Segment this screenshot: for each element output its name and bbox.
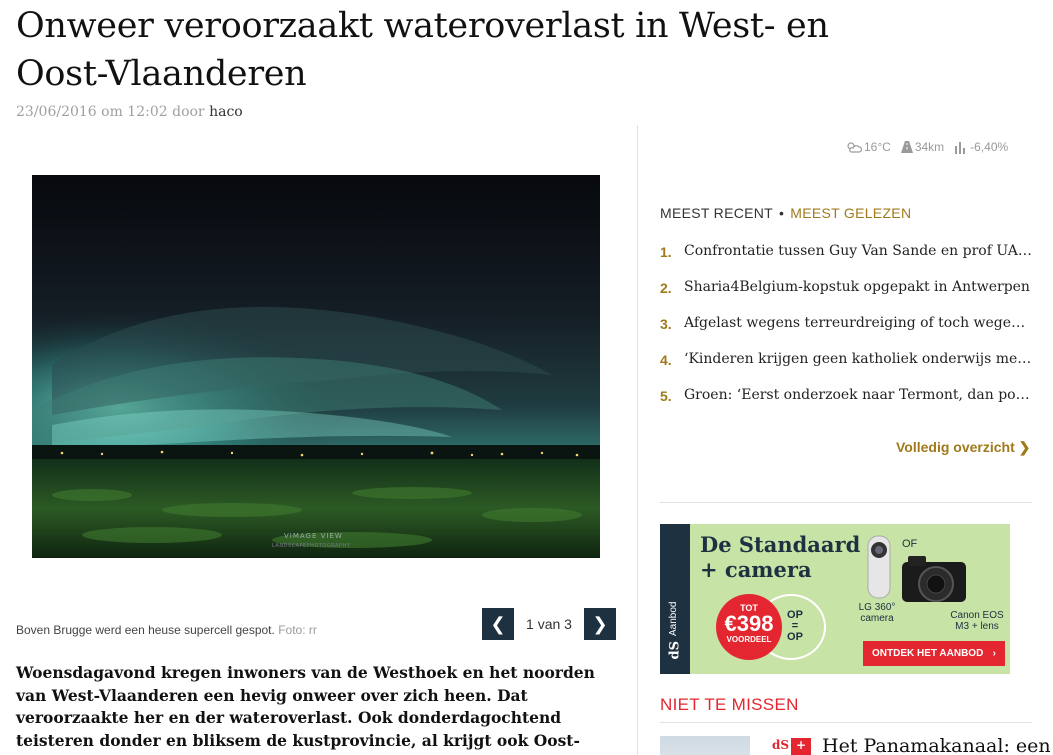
list-item[interactable]: 2. Sharia4Belgium-kopstuk opgepakt in An…: [660, 277, 1035, 313]
article-author[interactable]: haco: [209, 104, 243, 120]
tab-most-read[interactable]: MEEST GELEZEN: [790, 205, 911, 221]
ad-op-op: OP = OP: [780, 610, 810, 643]
ad-camera2-label: Canon EOS M3 + lens: [950, 610, 1004, 632]
tab-separator: •: [779, 205, 785, 221]
stocks-item[interactable]: -6,40%: [954, 140, 1008, 154]
byline-by: door: [172, 104, 205, 120]
ad-title: De Standaard + camera: [700, 532, 860, 582]
weather-cloud-sun-icon: [847, 142, 862, 153]
photo-prev-button[interactable]: ❮: [482, 608, 514, 640]
plus-icon: +: [791, 738, 812, 755]
article-headline: Onweer veroorzaakt wateroverlast in West…: [16, 6, 829, 94]
ad-price-amount: €398: [724, 611, 774, 636]
article-photo[interactable]: VIMAGE VIEW LANDSCAPEPHOTOGRAPHY: [32, 175, 600, 558]
info-widget[interactable]: 16°C 34km -6,40%: [846, 140, 1008, 154]
not-to-miss-heading: NIET TE MISSEN: [660, 695, 799, 714]
list-item-title[interactable]: Afgelast wegens terreurdreiging of toch …: [684, 313, 1034, 331]
list-item-number: 2.: [660, 280, 672, 296]
photo-next-button[interactable]: ❯: [584, 608, 616, 640]
chevron-right-icon: ›: [992, 648, 996, 659]
stock-chart-icon: [955, 142, 966, 154]
full-overview-link[interactable]: Volledig overzicht ❯: [896, 439, 1030, 456]
weather-temperature: 16°C: [864, 140, 891, 154]
photo-caption-text: Boven Brugge werd een heuse supercell ge…: [16, 623, 275, 637]
ad-discover-button[interactable]: ONTDEK HET AANBOD ›: [863, 641, 1005, 666]
teaser-thumbnail[interactable]: [660, 736, 750, 755]
ad-title-line1: De Standaard: [700, 532, 861, 557]
section-divider: [660, 722, 1032, 723]
ad-or-label: OF: [902, 538, 918, 550]
ds-plus-logo: dS +: [770, 738, 812, 755]
list-item[interactable]: 4. ‘Kinderen krijgen geen katholiek onde…: [660, 349, 1035, 385]
list-item-title[interactable]: ‘Kinderen krijgen geen katholiek onderwi…: [684, 349, 1034, 367]
ad-side-label: Aanbod: [668, 601, 679, 636]
ad-op-line3: OP: [787, 631, 803, 643]
ad-side-strip: Aanbod dS: [660, 524, 690, 674]
ad-camera1-label: LG 360° camera: [858, 602, 896, 624]
list-item[interactable]: 1. Confrontatie tussen Guy Van Sande en …: [660, 241, 1035, 277]
photo-credit: Foto: rr: [278, 623, 317, 637]
photo-watermark-subtitle: LANDSCAPEPHOTOGRAPHY: [272, 543, 351, 549]
article-byline: 23/06/2016 om 12:02 door haco: [16, 104, 243, 120]
canon-camera-icon: [902, 556, 966, 602]
supercell-storm-image: VIMAGE VIEW LANDSCAPEPHOTOGRAPHY: [32, 175, 600, 558]
ad-title-line2: + camera: [700, 557, 812, 582]
list-item-number: 3.: [660, 316, 672, 332]
photo-counter: 1 van 3: [526, 616, 572, 632]
ad-cta-label: ONTDEK HET AANBOD: [872, 648, 984, 659]
list-item-number: 4.: [660, 352, 672, 368]
article-lead: Woensdagavond kregen inwoners van de Wes…: [16, 663, 595, 755]
column-divider: [637, 125, 638, 755]
news-tabs: MEEST RECENT • MEEST GELEZEN: [660, 205, 911, 221]
list-item-title[interactable]: Confrontatie tussen Guy Van Sande en pro…: [684, 241, 1034, 259]
ad-price-badge: TOT €398 VOORDEEL: [716, 594, 782, 660]
lg-360-camera-icon: [867, 535, 891, 599]
list-item-number: 1.: [660, 244, 672, 260]
ad-price-voordeel: VOORDEEL: [726, 635, 772, 644]
chevron-left-icon: ❮: [490, 613, 506, 635]
list-item[interactable]: 5. Groen: ‘Eerst onderzoek naar Termont,…: [660, 385, 1035, 421]
list-item[interactable]: 3. Afgelast wegens terreurdreiging of to…: [660, 313, 1035, 349]
traffic-length: 34km: [914, 140, 945, 154]
weather-item[interactable]: 16°C: [846, 140, 891, 154]
road-icon: [900, 141, 913, 153]
photo-watermark-title: VIMAGE VIEW: [284, 532, 343, 540]
section-divider: [660, 502, 1032, 503]
teaser-title[interactable]: Het Panamakanaal: een: [822, 735, 1051, 755]
ds-logo: dS: [667, 641, 683, 660]
photo-caption: Boven Brugge werd een heuse supercell ge…: [16, 623, 317, 637]
list-item-title[interactable]: Groen: ‘Eerst onderzoek naar Termont, da…: [684, 385, 1034, 403]
recent-articles-list: 1. Confrontatie tussen Guy Van Sande en …: [660, 241, 1035, 421]
ds-logo-text: dS: [770, 738, 792, 755]
list-item-number: 5.: [660, 388, 672, 404]
stock-change: -6,40%: [970, 140, 1009, 154]
chevron-right-icon: ❯: [592, 613, 608, 635]
article-date: 23/06/2016 om 12:02: [16, 104, 168, 120]
tab-most-recent[interactable]: MEEST RECENT: [660, 205, 773, 221]
list-item-title[interactable]: Sharia4Belgium-kopstuk opgepakt in Antwe…: [684, 277, 1034, 295]
camera-ad-banner[interactable]: Aanbod dS De Standaard + camera TOT €398…: [660, 524, 1010, 674]
traffic-item[interactable]: 34km: [900, 140, 945, 154]
